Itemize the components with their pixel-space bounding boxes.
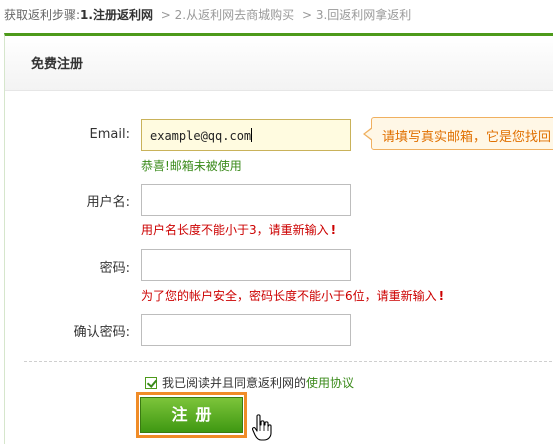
email-label: Email: (89, 127, 130, 142)
error-bang: ! (330, 223, 337, 237)
password-error: 为了您的帐户安全，密码长度不能小于6位，请重新输入! (141, 287, 444, 304)
username-error-text: 用户名长度不能小于3，请重新输入 (141, 223, 329, 237)
email-tooltip: 请填写真实邮箱，它是您找回 (371, 117, 553, 150)
agreement-row: 我已阅读并且同意返利网的使用协议 (145, 374, 354, 391)
terms-link[interactable]: 使用协议 (306, 376, 354, 390)
password-field[interactable] (141, 249, 351, 281)
confirm-password-field[interactable] (141, 314, 351, 346)
username-error: 用户名长度不能小于3，请重新输入! (141, 221, 336, 238)
tooltip-arrow-inner (365, 128, 373, 140)
agreement-text: 我已阅读并且同意返利网的 (162, 376, 307, 390)
agreement-checkbox[interactable] (145, 377, 157, 389)
email-ok-message: 恭喜!邮箱未被使用 (141, 159, 242, 173)
username-field[interactable] (141, 184, 351, 216)
step-1-current: 1.注册返利网 (80, 8, 153, 22)
tooltip-text: 请填写真实邮箱，它是您找回 (382, 130, 552, 145)
step-3: > 3.回返利网拿返利 (301, 8, 412, 22)
email-field[interactable]: example@qq.com (141, 119, 351, 151)
hand-cursor-icon (252, 414, 272, 441)
password-error-text: 为了您的帐户安全，密码长度不能小于6位，请重新输入 (141, 289, 437, 303)
text-caret (251, 128, 253, 142)
registration-steps: 获取返利步骤:1.注册返利网 > 2.从返利网去商城购买 > 3.回返利网拿返利 (4, 6, 411, 23)
username-label: 用户名: (86, 195, 130, 210)
panel-title: 免费注册 (31, 57, 84, 72)
confirm-password-label: 确认密码: (73, 325, 130, 340)
error-bang: ! (438, 289, 445, 303)
email-value: example@qq.com (150, 129, 252, 143)
step-2: > 2.从返利网去商城购买 (160, 8, 295, 22)
divider (24, 361, 552, 362)
register-button[interactable]: 注册 (140, 397, 243, 433)
steps-lead: 获取返利步骤: (4, 8, 81, 22)
password-label: 密码: (99, 261, 130, 276)
panel-header (5, 36, 553, 91)
